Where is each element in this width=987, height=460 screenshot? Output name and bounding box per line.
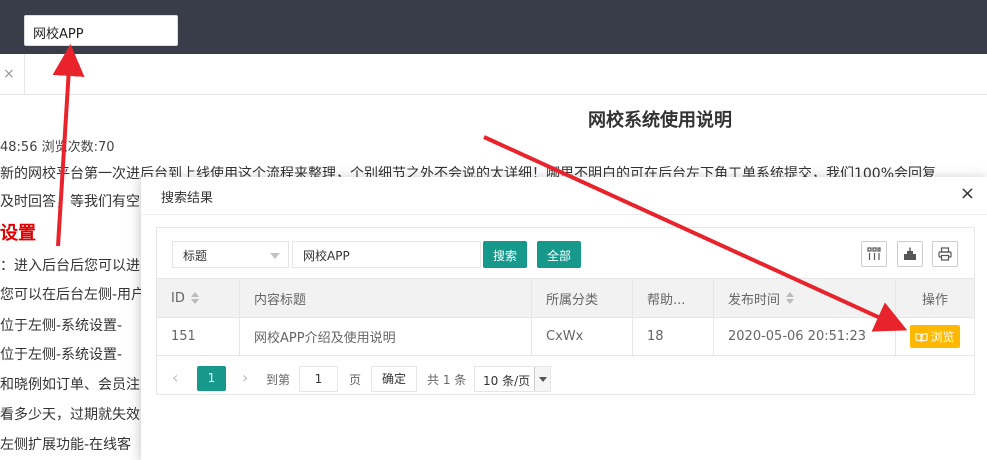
column-header-category: 所属分类 [532,279,633,317]
current-page-button[interactable]: 1 [197,366,226,391]
pagination: ‹ 1 › 到第 1 页 确定 共 1 条 10 条/页 [157,362,974,392]
sort-icon[interactable] [190,292,199,304]
next-page-button[interactable]: › [242,368,248,387]
column-header-label: ID [171,290,185,306]
goto-page-input[interactable]: 1 [299,366,338,392]
columns-icon [867,247,881,260]
total-count-label: 共 1 条 [427,373,467,387]
chevron-down-icon [270,253,280,259]
article-section-heading: 设置 [0,223,36,244]
column-header-title: 内容标题 [240,279,532,317]
browse-button[interactable]: 浏览 [910,325,960,348]
column-header-help: 帮助... [633,279,714,317]
cell-help: 18 [633,318,714,355]
article-paragraph: 您可以在后台左侧-用户 [0,287,146,303]
printer-icon [938,247,952,261]
tab-divider [24,54,25,95]
article-paragraph: 看多少天，过期就失效 [0,407,140,423]
column-header-label: 帮助... [647,292,686,308]
print-button[interactable] [932,241,958,267]
article-paragraph: 左侧扩展功能-在线客 [0,437,132,453]
tab-bar: × [0,54,987,95]
page-size-value: 10 条/页 [483,374,531,388]
table-row: 151 网校APP介绍及使用说明 CxWx 18 2020-05-06 20:5… [157,318,974,356]
columns-filter-button[interactable] [861,241,887,267]
column-header-label: 内容标题 [254,292,307,308]
dialog-title: 搜索结果 [161,191,214,206]
article-paragraph: 及时回答，等我们有空 [0,194,140,210]
confirm-page-button[interactable]: 确定 [371,366,417,392]
page-unit-label: 页 [349,373,362,387]
article-paragraph: 位于左侧-系统设置- [0,347,123,363]
column-header-label: 发布时间 [728,292,781,308]
cell-id: 151 [157,318,240,355]
table-header-row: ID 内容标题 所属分类 帮助... 发布时间 操作 [157,278,974,318]
close-icon[interactable]: × [960,183,975,204]
article-meta: 48:56 浏览次数:70 [0,140,115,155]
article-paragraph: ：进入后台后您可以进 [0,258,140,274]
chevron-down-icon [534,367,550,391]
article-title: 网校系统使用说明 [588,110,732,131]
top-bar: 网校APP [0,0,987,54]
search-results-dialog: 搜索结果 × 标题 网校APP 搜索 全部 ID 内容标题 所属分类 帮助...… [141,177,987,460]
column-header-label: 所属分类 [546,292,599,308]
article-paragraph: 和晓例如订单、会员注 [0,377,140,393]
cell-title: 网校APP介绍及使用说明 [240,318,532,355]
results-panel: 标题 网校APP 搜索 全部 ID 内容标题 所属分类 帮助... 发布时间 操… [156,227,975,395]
sort-icon[interactable] [786,292,795,304]
search-field-select[interactable]: 标题 [172,241,289,268]
export-button[interactable] [897,241,923,267]
show-all-button[interactable]: 全部 [537,241,581,268]
search-field-value: 标题 [183,249,208,263]
book-icon [915,332,929,342]
browse-button-label: 浏览 [930,330,955,344]
dialog-divider [141,214,987,215]
column-header-action: 操作 [896,279,974,317]
cell-action: 浏览 [896,318,974,355]
cell-time: 2020-05-06 20:51:23 [714,318,896,355]
cell-category: CxWx [532,318,633,355]
export-icon [904,247,916,260]
top-search-input[interactable]: 网校APP [24,15,178,46]
keyword-input[interactable]: 网校APP [292,241,481,268]
column-header-label: 操作 [921,292,948,308]
prev-page-button[interactable]: ‹ [172,368,178,387]
page-size-select[interactable]: 10 条/页 [474,366,551,392]
goto-label: 到第 [266,373,291,387]
column-header-time[interactable]: 发布时间 [714,279,896,317]
search-button[interactable]: 搜索 [483,241,527,268]
tab-close-icon[interactable]: × [3,66,15,82]
article-paragraph: 位于左侧-系统设置- [0,318,123,334]
column-header-id[interactable]: ID [157,279,240,317]
